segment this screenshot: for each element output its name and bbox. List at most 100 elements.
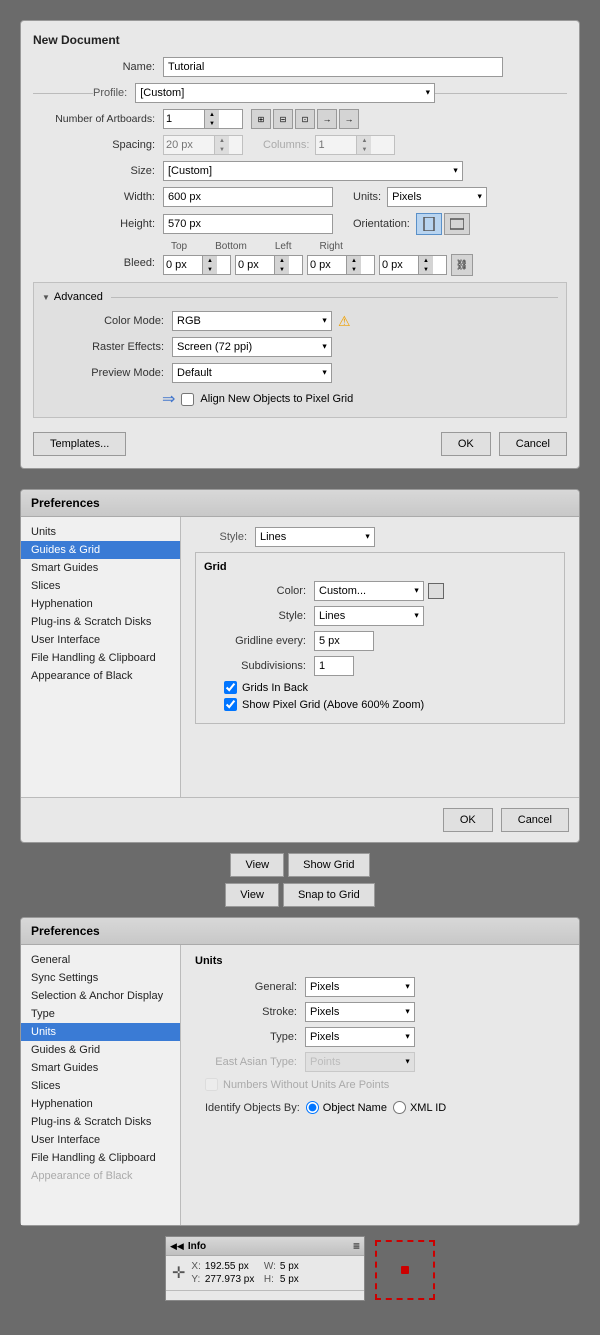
units-type-select[interactable]: Pixels: [305, 1027, 415, 1047]
profile-select[interactable]: [Custom]: [135, 83, 435, 103]
columns-spin-buttons[interactable]: ▲ ▼: [356, 136, 371, 154]
artboard-reorder-icon[interactable]: →: [339, 109, 359, 129]
radio-object-name-item: Object Name: [306, 1101, 387, 1114]
orientation-landscape[interactable]: [444, 213, 470, 235]
info-menu-icon[interactable]: ≡: [353, 1239, 360, 1253]
pb-sidebar-general[interactable]: General: [21, 951, 180, 969]
show-grid-button[interactable]: Show Grid: [288, 853, 369, 877]
sidebar-item-ui[interactable]: User Interface: [21, 631, 180, 649]
bleed-bottom-input[interactable]: [236, 259, 274, 271]
artboard-arrange-icon[interactable]: →: [317, 109, 337, 129]
spacing-down[interactable]: ▼: [215, 145, 229, 154]
columns-input[interactable]: [316, 139, 356, 151]
bleed-top-input[interactable]: [164, 259, 202, 271]
pb-sidebar-slices[interactable]: Slices: [21, 1077, 180, 1095]
spacing-up[interactable]: ▲: [215, 136, 229, 145]
bleed-bottom-spinner[interactable]: ▲▼: [235, 255, 303, 275]
radio-object-name[interactable]: [306, 1101, 319, 1114]
sidebar-item-appearance[interactable]: Appearance of Black: [21, 667, 180, 685]
cancel-button[interactable]: Cancel: [499, 432, 567, 456]
raster-effects-select[interactable]: Screen (72 ppi): [172, 337, 332, 357]
pref-top-ok-button[interactable]: OK: [443, 808, 493, 832]
bleed-right-down[interactable]: ▼: [419, 265, 433, 274]
subdivisions-input[interactable]: [314, 656, 354, 676]
pb-sidebar-appearance[interactable]: Appearance of Black: [21, 1167, 180, 1185]
pb-sidebar-guides[interactable]: Guides & Grid: [21, 1041, 180, 1059]
bleed-bottom-down[interactable]: ▼: [275, 265, 289, 274]
bleed-left-spinner[interactable]: ▲▼: [307, 255, 375, 275]
w-label: W:: [264, 1261, 276, 1272]
gridline-input[interactable]: [314, 631, 374, 651]
bleed-left-down[interactable]: ▼: [347, 265, 361, 274]
units-stroke-select[interactable]: Pixels: [305, 1002, 415, 1022]
pb-sidebar-file[interactable]: File Handling & Clipboard: [21, 1149, 180, 1167]
bleed-left-input[interactable]: [308, 259, 346, 271]
sidebar-item-hyphenation[interactable]: Hyphenation: [21, 595, 180, 613]
sidebar-item-plugins[interactable]: Plug-ins & Scratch Disks: [21, 613, 180, 631]
units-general-select[interactable]: Pixels: [305, 977, 415, 997]
info-collapse-icon[interactable]: ◀◀: [170, 1241, 184, 1252]
ok-button[interactable]: OK: [441, 432, 491, 456]
artboards-up[interactable]: ▲: [205, 110, 219, 119]
bleed-right-up[interactable]: ▲: [419, 256, 433, 265]
bleed-bottom-up[interactable]: ▲: [275, 256, 289, 265]
artboard-col-icon[interactable]: ⊡: [295, 109, 315, 129]
columns-down[interactable]: ▼: [357, 145, 371, 154]
grid-color-select[interactable]: Custom...: [314, 581, 424, 601]
size-select[interactable]: [Custom]: [163, 161, 463, 181]
pb-sidebar-sync[interactable]: Sync Settings: [21, 969, 180, 987]
bleed-right-spinner[interactable]: ▲▼: [379, 255, 447, 275]
pb-sidebar-smart-guides[interactable]: Smart Guides: [21, 1059, 180, 1077]
snap-to-grid-button[interactable]: Snap to Grid: [283, 883, 375, 907]
bleed-left-up[interactable]: ▲: [347, 256, 361, 265]
bleed-top-spinner[interactable]: ▲▼: [163, 255, 231, 275]
pb-sidebar-selection[interactable]: Selection & Anchor Display: [21, 987, 180, 1005]
sidebar-item-smart-guides[interactable]: Smart Guides: [21, 559, 180, 577]
grid-style-select[interactable]: Lines: [314, 606, 424, 626]
advanced-collapse-icon[interactable]: ▼: [42, 293, 50, 302]
units-select[interactable]: Pixels: [387, 187, 487, 207]
pb-sidebar-plugins[interactable]: Plug-ins & Scratch Disks: [21, 1113, 180, 1131]
artboards-spin-buttons[interactable]: ▲ ▼: [204, 110, 219, 128]
artboard-grid-icon[interactable]: ⊞: [251, 109, 271, 129]
view-button-2[interactable]: View: [225, 883, 279, 907]
pb-sidebar-ui[interactable]: User Interface: [21, 1131, 180, 1149]
templates-button[interactable]: Templates...: [33, 432, 126, 456]
sidebar-item-slices[interactable]: Slices: [21, 577, 180, 595]
grid-color-swatch[interactable]: [428, 583, 444, 599]
bleed-top-up[interactable]: ▲: [203, 256, 217, 265]
numbers-label: Numbers Without Units Are Points: [223, 1079, 389, 1091]
sidebar-item-units[interactable]: Units: [21, 523, 180, 541]
grids-in-back-checkbox[interactable]: [224, 681, 237, 694]
columns-up[interactable]: ▲: [357, 136, 371, 145]
show-pixel-grid-checkbox[interactable]: [224, 698, 237, 711]
height-input[interactable]: [163, 214, 333, 234]
artboards-input[interactable]: [164, 113, 204, 125]
grid-section: Grid Color: Custom... ▼ Style:: [195, 552, 565, 724]
pb-sidebar-hyphenation[interactable]: Hyphenation: [21, 1095, 180, 1113]
align-checkbox[interactable]: [181, 393, 194, 406]
spacing-spin-buttons[interactable]: ▲ ▼: [214, 136, 229, 154]
bleed-right-input[interactable]: [380, 259, 418, 271]
preview-mode-select[interactable]: Default: [172, 363, 332, 383]
spacing-input[interactable]: [164, 139, 214, 151]
artboards-spinner[interactable]: ▲ ▼: [163, 109, 243, 129]
sidebar-item-guides-grid[interactable]: Guides & Grid: [21, 541, 180, 559]
pb-sidebar-units[interactable]: Units: [21, 1023, 180, 1041]
artboard-row-icon[interactable]: ⊟: [273, 109, 293, 129]
radio-xml-id[interactable]: [393, 1101, 406, 1114]
bleed-top-down[interactable]: ▼: [203, 265, 217, 274]
pb-sidebar-type[interactable]: Type: [21, 1005, 180, 1023]
guides-style-select[interactable]: Lines: [255, 527, 375, 547]
spacing-spinner[interactable]: ▲ ▼: [163, 135, 243, 155]
sidebar-item-file-handling[interactable]: File Handling & Clipboard: [21, 649, 180, 667]
width-input[interactable]: [163, 187, 333, 207]
artboards-down[interactable]: ▼: [205, 119, 219, 128]
name-input[interactable]: [163, 57, 503, 77]
columns-spinner[interactable]: ▲ ▼: [315, 135, 395, 155]
view-button-1[interactable]: View: [230, 853, 284, 877]
orientation-portrait[interactable]: [416, 213, 442, 235]
color-mode-select[interactable]: RGB: [172, 311, 332, 331]
bleed-link-button[interactable]: ⛓: [451, 254, 473, 276]
pref-top-cancel-button[interactable]: Cancel: [501, 808, 569, 832]
